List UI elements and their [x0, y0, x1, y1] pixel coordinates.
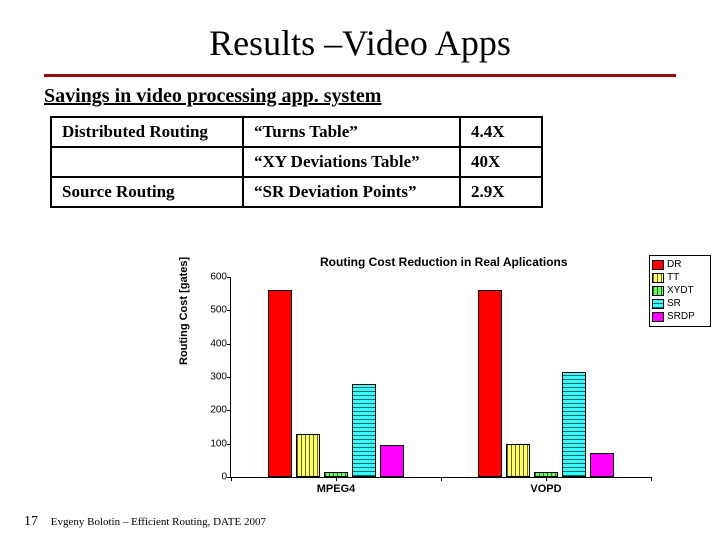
cell: 40X: [460, 147, 542, 177]
page-number: 17: [24, 514, 38, 529]
chart-legend: DRTTXYDTSRSRDP: [649, 255, 711, 327]
legend-label: TT: [667, 272, 679, 284]
cell: Source Routing: [51, 177, 243, 207]
legend-item: XYDT: [652, 285, 708, 297]
y-tick-label: 600: [197, 272, 227, 283]
cell: [51, 147, 243, 177]
bar: [590, 453, 614, 477]
table-row: “XY Deviations Table” 40X: [51, 147, 542, 177]
legend-swatch: [652, 273, 664, 283]
cell: “SR Deviation Points”: [243, 177, 460, 207]
legend-label: DR: [667, 259, 681, 271]
y-tick-label: 200: [197, 405, 227, 416]
slide-title: Results –Video Apps: [0, 0, 720, 74]
cell: 2.9X: [460, 177, 542, 207]
legend-item: SRDP: [652, 311, 708, 323]
y-tick-label: 400: [197, 338, 227, 349]
bar-chart: Routing Cost Reduction in Real Aplicatio…: [170, 255, 715, 515]
y-tick-label: 500: [197, 305, 227, 316]
legend-label: SRDP: [667, 311, 695, 323]
y-tick-label: 0: [197, 472, 227, 483]
x-tick-label: MPEG4: [317, 483, 356, 495]
title-rule: [44, 74, 676, 77]
bar: [562, 372, 586, 477]
bar: [268, 290, 292, 477]
legend-item: SR: [652, 298, 708, 310]
bar: [506, 444, 530, 477]
plot-area: 0100200300400500600MPEG4VOPD: [230, 277, 651, 478]
cell: “Turns Table”: [243, 117, 460, 147]
legend-item: TT: [652, 272, 708, 284]
legend-label: SR: [667, 298, 681, 310]
bar: [296, 434, 320, 477]
legend-swatch: [652, 286, 664, 296]
legend-label: XYDT: [667, 285, 694, 297]
slide-footer: 17 Evgeny Bolotin – Efficient Routing, D…: [24, 514, 266, 530]
table-row: Source Routing “SR Deviation Points” 2.9…: [51, 177, 542, 207]
legend-swatch: [652, 299, 664, 309]
cell: Distributed Routing: [51, 117, 243, 147]
slide-subtitle: Savings in video processing app. system: [44, 85, 676, 108]
y-tick-label: 100: [197, 438, 227, 449]
bar: [380, 445, 404, 477]
bar: [478, 290, 502, 477]
savings-table: Distributed Routing “Turns Table” 4.4X “…: [50, 116, 543, 208]
x-tick-label: VOPD: [530, 483, 561, 495]
table-row: Distributed Routing “Turns Table” 4.4X: [51, 117, 542, 147]
legend-item: DR: [652, 259, 708, 271]
legend-swatch: [652, 312, 664, 322]
chart-title: Routing Cost Reduction in Real Aplicatio…: [320, 255, 568, 269]
footer-text: Evgeny Bolotin – Efficient Routing, DATE…: [51, 516, 266, 528]
cell: “XY Deviations Table”: [243, 147, 460, 177]
bar: [352, 384, 376, 477]
y-tick-label: 300: [197, 372, 227, 383]
legend-swatch: [652, 260, 664, 270]
y-axis-label: Routing Cost [gates]: [178, 257, 190, 365]
cell: 4.4X: [460, 117, 542, 147]
